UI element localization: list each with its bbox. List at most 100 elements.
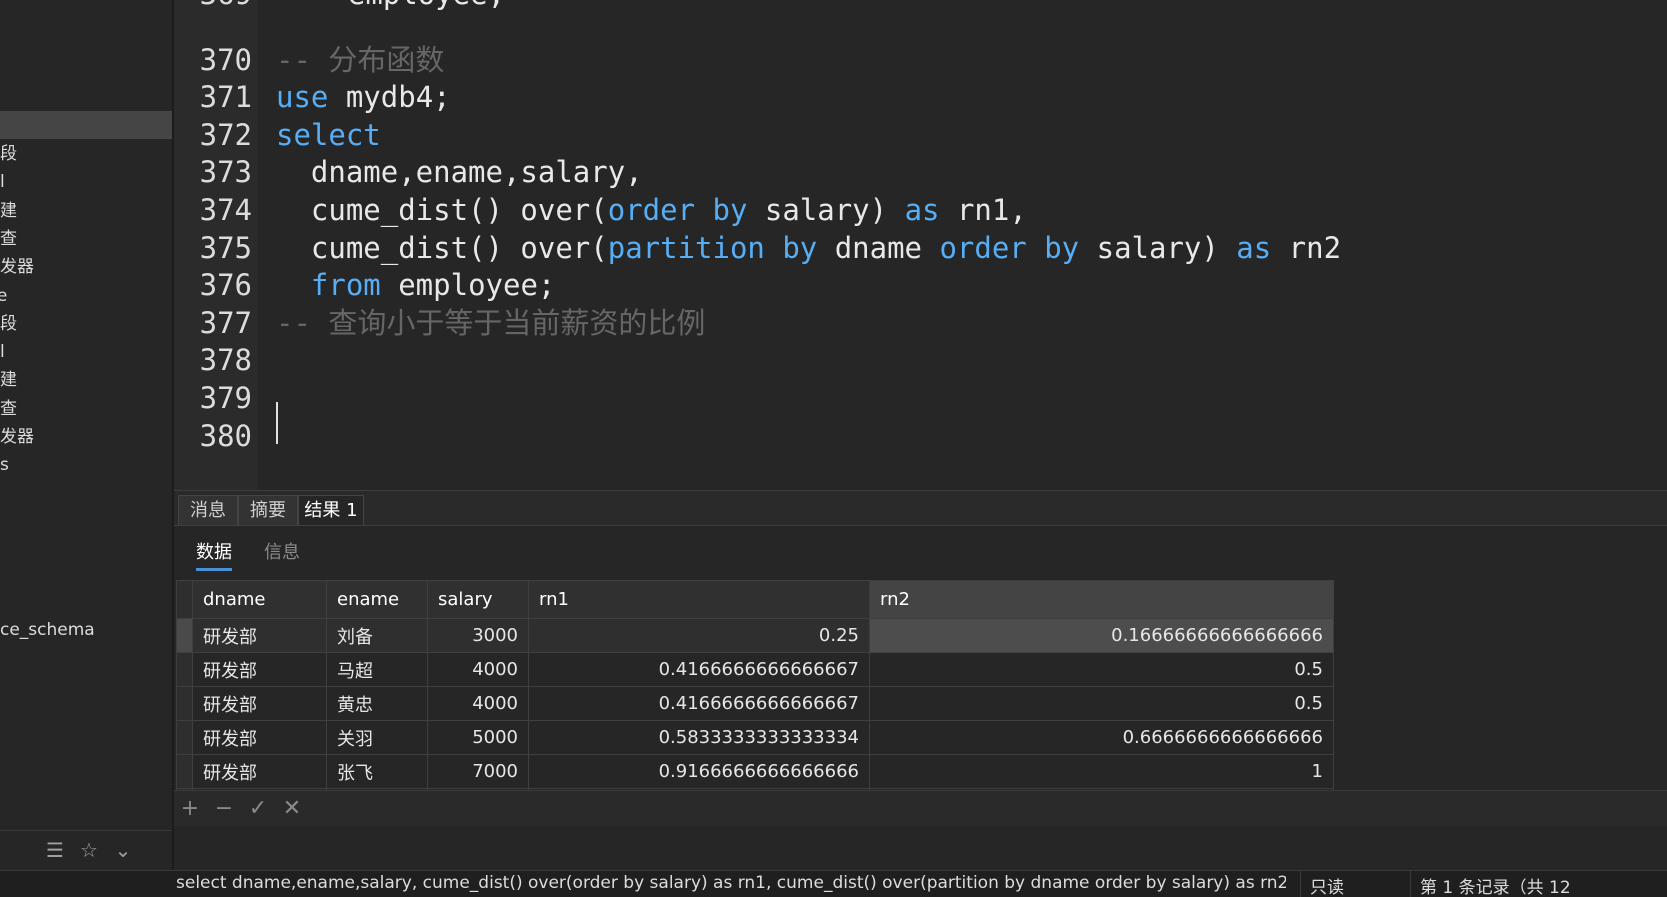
code-line: 373 dname,ename,salary, [174, 152, 1667, 192]
table-row[interactable]: 研发部 关羽 5000 0.5833333333333334 0.66666666666… [176, 720, 1334, 755]
cell-rn2[interactable]: 0.5 [869, 686, 1334, 721]
table-row[interactable]: 研发部 马超 4000 0.4166666666666667 0.5 [176, 652, 1334, 687]
cell-salary[interactable]: 4000 [427, 686, 529, 721]
tree-item-label: 段 [0, 313, 17, 334]
add-record-button[interactable]: + [178, 797, 202, 821]
code-line: 369 employee; [174, 0, 1667, 14]
cell-rn2[interactable]: 0.16666666666666666 [869, 618, 1334, 653]
filter-icon[interactable]: ☰ [44, 839, 66, 861]
code-line: 370 -- 分布函数 [174, 40, 1667, 80]
sql-token: mydb4; [328, 80, 451, 115]
code-line: 380 [174, 416, 1667, 456]
tree-item-label: l [0, 342, 5, 363]
tree-item-label: 查 [0, 398, 17, 419]
cell-dname[interactable]: 研发部 [192, 652, 327, 687]
cell-salary[interactable]: 3000 [427, 618, 529, 653]
column-header-rn1[interactable]: rn1 [528, 580, 870, 619]
subtab-data[interactable]: 数据 [196, 538, 232, 571]
column-header-salary[interactable]: salary [427, 580, 529, 619]
line-number: 371 [199, 80, 252, 115]
cell-salary[interactable]: 5000 [427, 720, 529, 755]
sql-keyword: partition by [607, 230, 818, 265]
row-selector[interactable] [176, 618, 193, 653]
sql-keyword: select [276, 117, 381, 152]
tree-item[interactable]: 建 [0, 197, 172, 225]
result-panel: 消息 摘要 结果 1 数据 信息 dname ename salary rn1 … [174, 490, 1667, 870]
cell-dname[interactable]: 研发部 [192, 754, 327, 789]
sql-keyword: as [1236, 230, 1272, 265]
star-icon[interactable]: ☆ [78, 839, 100, 861]
sidebar-toolbar: ☰ ☆ ⌄ [0, 830, 172, 867]
tree-item-label: 发器 [0, 257, 34, 278]
cell-rn2[interactable]: 1 [869, 754, 1334, 789]
tree-item[interactable]: 发器 [0, 253, 172, 281]
status-record-count: 第 1 条记录（共 12 [1420, 878, 1571, 897]
tree-item[interactable]: 查 [0, 225, 172, 253]
code-text: from employee; [276, 265, 555, 305]
line-number: 375 [199, 230, 252, 265]
apply-changes-button[interactable]: ✓ [246, 797, 270, 821]
cell-dname[interactable]: 研发部 [192, 686, 327, 721]
tree-item-schema[interactable]: ce_schema [0, 620, 95, 640]
tree-item[interactable]: oyee [0, 282, 172, 310]
row-selector[interactable] [176, 754, 193, 789]
cell-ename[interactable]: 张飞 [326, 754, 428, 789]
cell-salary[interactable]: 4000 [427, 652, 529, 687]
code-line: 376 from employee; [174, 265, 1667, 305]
cell-rn1[interactable]: 0.5833333333333334 [528, 720, 870, 755]
tree-item[interactable]: l [0, 338, 172, 366]
code-line: 375 cume_dist() over(partition by dname … [174, 228, 1667, 268]
cell-ename[interactable]: 刘备 [326, 618, 428, 653]
tree-item[interactable]: 建 [0, 366, 172, 394]
tree-item[interactable]: l [0, 168, 172, 196]
cell-rn1[interactable]: 0.4166666666666667 [528, 686, 870, 721]
collapse-icon[interactable]: ⌄ [112, 839, 134, 861]
sql-keyword: order by [939, 230, 1080, 265]
sql-token: cume_dist() over( [276, 230, 608, 265]
cell-rn1[interactable]: 0.9166666666666666 [528, 754, 870, 789]
code-line: 372 select [174, 115, 1667, 155]
tree-item[interactable]: 查 [0, 395, 172, 423]
discard-changes-button[interactable]: ✕ [280, 797, 304, 821]
cell-rn2[interactable]: 0.5 [869, 652, 1334, 687]
delete-record-button[interactable]: − [212, 797, 236, 821]
cell-salary[interactable]: 7000 [427, 754, 529, 789]
sql-editor[interactable]: 369 employee; 370 -- 分布函数 371 use mydb4; 372 s… [174, 0, 1667, 490]
table-row[interactable]: 研发部 张飞 7000 0.9166666666666666 1 [176, 754, 1334, 789]
cell-rn2[interactable]: 0.6666666666666666 [869, 720, 1334, 755]
row-selector[interactable] [176, 686, 193, 721]
cell-dname[interactable]: 研发部 [192, 618, 327, 653]
table-row[interactable]: 研发部 黄忠 4000 0.4166666666666667 0.5 [176, 686, 1334, 721]
tab-result-1[interactable]: 结果 1 [298, 495, 364, 525]
row-selector[interactable] [176, 720, 193, 755]
code-line: 374 cume_dist() over(order by salary) as… [174, 190, 1667, 230]
sql-token: dname,ename,salary, [276, 155, 643, 190]
column-header-dname[interactable]: dname [192, 580, 327, 619]
column-header-ename[interactable]: ename [326, 580, 428, 619]
tree-item[interactable]: 发器 [0, 423, 172, 451]
column-header-rn2[interactable]: rn2 [869, 580, 1334, 619]
status-mode: 只读 [1310, 878, 1344, 897]
result-grid[interactable]: dname ename salary rn1 rn2 研发部 刘备 3000 0.25… [176, 580, 1334, 823]
tab-messages[interactable]: 消息 [178, 495, 238, 525]
code-text: -- 查询小于等于当前薪资的比例 [276, 303, 705, 343]
tab-summary[interactable]: 摘要 [238, 495, 298, 525]
sql-token: employee; [380, 268, 556, 303]
tree-item-selected[interactable] [0, 111, 172, 139]
tree-item[interactable]: s [0, 451, 172, 479]
subtab-info[interactable]: 信息 [264, 538, 300, 568]
tree-item[interactable]: 段 [0, 140, 172, 168]
tree-item-label: l [0, 172, 5, 193]
row-selector[interactable] [176, 652, 193, 687]
cell-ename[interactable]: 黄忠 [326, 686, 428, 721]
table-row[interactable]: 研发部 刘备 3000 0.25 0.16666666666666666 [176, 618, 1334, 653]
sql-token: rn2 [1271, 230, 1342, 265]
cell-rn1[interactable]: 0.4166666666666667 [528, 652, 870, 687]
cell-dname[interactable]: 研发部 [192, 720, 327, 755]
code-text: cume_dist() over(partition by dname orde… [276, 228, 1341, 268]
cell-rn1[interactable]: 0.25 [528, 618, 870, 653]
tree-item[interactable]: 段 [0, 310, 172, 338]
cell-ename[interactable]: 关羽 [326, 720, 428, 755]
cell-ename[interactable]: 马超 [326, 652, 428, 687]
row-selector-header[interactable] [176, 580, 193, 619]
